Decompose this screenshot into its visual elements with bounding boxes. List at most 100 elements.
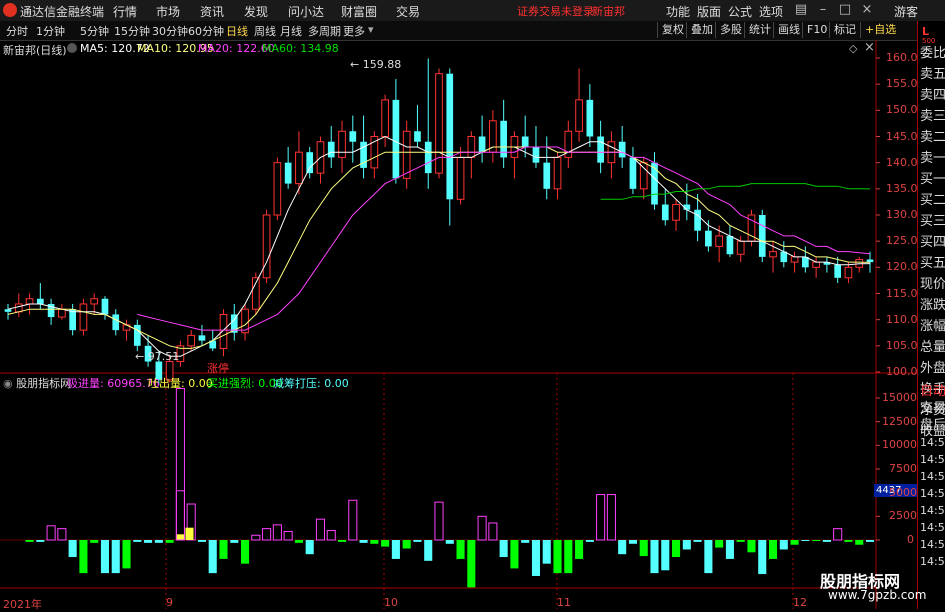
user-label[interactable]: 游客 bbox=[894, 3, 918, 20]
absorb-bar bbox=[251, 534, 261, 541]
release-bar bbox=[68, 540, 77, 558]
current-stock-name[interactable]: 新宙邦 bbox=[592, 3, 625, 19]
indicator-v3: 买进强烈: 0.00 bbox=[207, 377, 283, 390]
menu-item-formula[interactable]: 公式 bbox=[728, 3, 752, 20]
period-15min[interactable]: 15分钟 bbox=[114, 23, 150, 39]
quote-field-label: 卖四 bbox=[920, 88, 945, 103]
release-bar bbox=[499, 540, 508, 558]
menu-item-quotes[interactable]: 行情 bbox=[113, 3, 137, 20]
quote-field-label: 买三 bbox=[920, 214, 945, 229]
release-bar bbox=[122, 540, 131, 569]
release-bar bbox=[337, 540, 347, 542]
absorb-bar bbox=[326, 530, 336, 541]
release-bar bbox=[391, 540, 400, 559]
menu-item-market[interactable]: 市场 bbox=[156, 3, 180, 20]
chart-canvas bbox=[0, 40, 917, 609]
release-bar bbox=[359, 540, 368, 543]
release-bar bbox=[219, 540, 228, 559]
release-bar bbox=[230, 540, 239, 543]
trade-time: 14:56 bbox=[920, 538, 945, 551]
trade-time: 14:56 bbox=[920, 453, 945, 466]
menu-item-layout[interactable]: 版面 bbox=[697, 3, 721, 20]
spike-yellow-bar bbox=[185, 527, 194, 540]
login-notice[interactable]: 证券交易未登录 bbox=[517, 3, 594, 19]
release-bar bbox=[154, 540, 163, 543]
indicator-icon[interactable]: ◉ bbox=[3, 377, 16, 390]
toolbar-draw[interactable]: 画线 bbox=[773, 22, 804, 38]
period-weekly[interactable]: 周线 bbox=[254, 23, 276, 39]
toolbar-stats[interactable]: 统计 bbox=[744, 22, 775, 38]
toolbar-mark[interactable]: 标记 bbox=[829, 22, 860, 38]
period-30min[interactable]: 30分钟 bbox=[152, 23, 188, 39]
y-tick-label: 100.0 bbox=[886, 365, 918, 378]
toolbar-multistock[interactable]: 多股 bbox=[715, 22, 746, 38]
candle bbox=[866, 259, 874, 263]
candle bbox=[521, 136, 529, 147]
candle bbox=[715, 235, 723, 247]
y-tick-label: 150.0 bbox=[886, 103, 918, 117]
absorb-bar bbox=[175, 490, 185, 541]
period-multi[interactable]: 多周期 bbox=[308, 23, 341, 39]
toolbar-adjust[interactable]: 复权 bbox=[657, 22, 688, 38]
release-bar bbox=[801, 540, 810, 541]
menu-item-function[interactable]: 功能 bbox=[666, 3, 690, 20]
indicator-v1: 吸进量: 60965.76 bbox=[67, 377, 160, 390]
status-label[interactable]: 自动 bbox=[920, 384, 945, 399]
candle bbox=[705, 230, 712, 247]
close-icon[interactable]: × bbox=[858, 1, 876, 19]
y-tick-label: 120.0 bbox=[886, 260, 918, 274]
release-bar bbox=[381, 540, 390, 547]
indicator-v4: 减筹打压: 0.00 bbox=[273, 377, 349, 390]
toolbar-add-favorite[interactable]: +自选 bbox=[860, 22, 900, 38]
y2-tick-label: 0 bbox=[907, 533, 914, 546]
quote-field-label: 涨跌 bbox=[920, 298, 945, 313]
release-bar bbox=[531, 540, 541, 576]
period-5min[interactable]: 5分钟 bbox=[80, 23, 109, 39]
y-tick-label: 115.0 bbox=[886, 286, 918, 300]
period-daily[interactable]: 日线 bbox=[226, 23, 248, 39]
candle bbox=[467, 136, 476, 158]
candle bbox=[187, 334, 196, 347]
low-value: 97.51 bbox=[147, 350, 180, 363]
release-bar bbox=[715, 540, 724, 548]
release-bar bbox=[747, 540, 756, 553]
x-label-2021: 2021年 bbox=[3, 598, 42, 611]
period-tick[interactable]: 分时 bbox=[6, 23, 28, 39]
menu-item-trade[interactable]: 交易 bbox=[396, 3, 420, 20]
maximize-icon[interactable]: □ bbox=[836, 1, 854, 19]
trade-time: 14:56 bbox=[920, 555, 945, 568]
candle bbox=[273, 162, 282, 216]
release-bar bbox=[133, 540, 142, 542]
absorb-bar bbox=[348, 499, 358, 541]
release-bar bbox=[241, 540, 250, 564]
release-bar bbox=[100, 540, 110, 574]
menu-item-ask[interactable]: 问小达 bbox=[288, 3, 324, 20]
release-bar bbox=[704, 540, 713, 574]
period-toolbar: 分时 1分钟 5分钟 15分钟 30分钟 60分钟 日线 周线 月线 多周期 更… bbox=[0, 21, 917, 41]
period-60min[interactable]: 60分钟 bbox=[188, 23, 224, 39]
release-bar bbox=[510, 540, 519, 569]
toolbar-f10[interactable]: F10 bbox=[802, 22, 831, 38]
menu-item-news[interactable]: 资讯 bbox=[200, 3, 224, 20]
layout-icon[interactable]: ▤ bbox=[792, 1, 810, 19]
period-more[interactable]: 更多 bbox=[343, 23, 365, 39]
candle bbox=[694, 209, 701, 231]
candle bbox=[306, 152, 314, 174]
menu-item-wealth[interactable]: 财富圈 bbox=[341, 3, 377, 20]
more-chevron-icon[interactable]: ▾ bbox=[368, 23, 374, 36]
candle bbox=[844, 266, 853, 279]
minimize-icon[interactable]: – bbox=[814, 1, 832, 19]
candle bbox=[327, 141, 335, 158]
release-bar bbox=[618, 540, 627, 555]
menu-item-options[interactable]: 选项 bbox=[759, 3, 783, 20]
quote-field-label: 现价 bbox=[920, 277, 945, 292]
quote-field-label: 总量 bbox=[920, 340, 945, 355]
menu-item-discover[interactable]: 发现 bbox=[244, 3, 268, 20]
candle bbox=[198, 335, 206, 341]
candle bbox=[618, 141, 626, 158]
period-monthly[interactable]: 月线 bbox=[280, 23, 302, 39]
menu-bar: 通达信金融终端 行情 市场 资讯 发现 问小达 财富圈 交易 证券交易未登录 新… bbox=[0, 0, 945, 22]
app-logo-icon bbox=[3, 3, 17, 17]
period-1min[interactable]: 1分钟 bbox=[36, 23, 65, 39]
toolbar-overlay[interactable]: 叠加 bbox=[686, 22, 717, 38]
